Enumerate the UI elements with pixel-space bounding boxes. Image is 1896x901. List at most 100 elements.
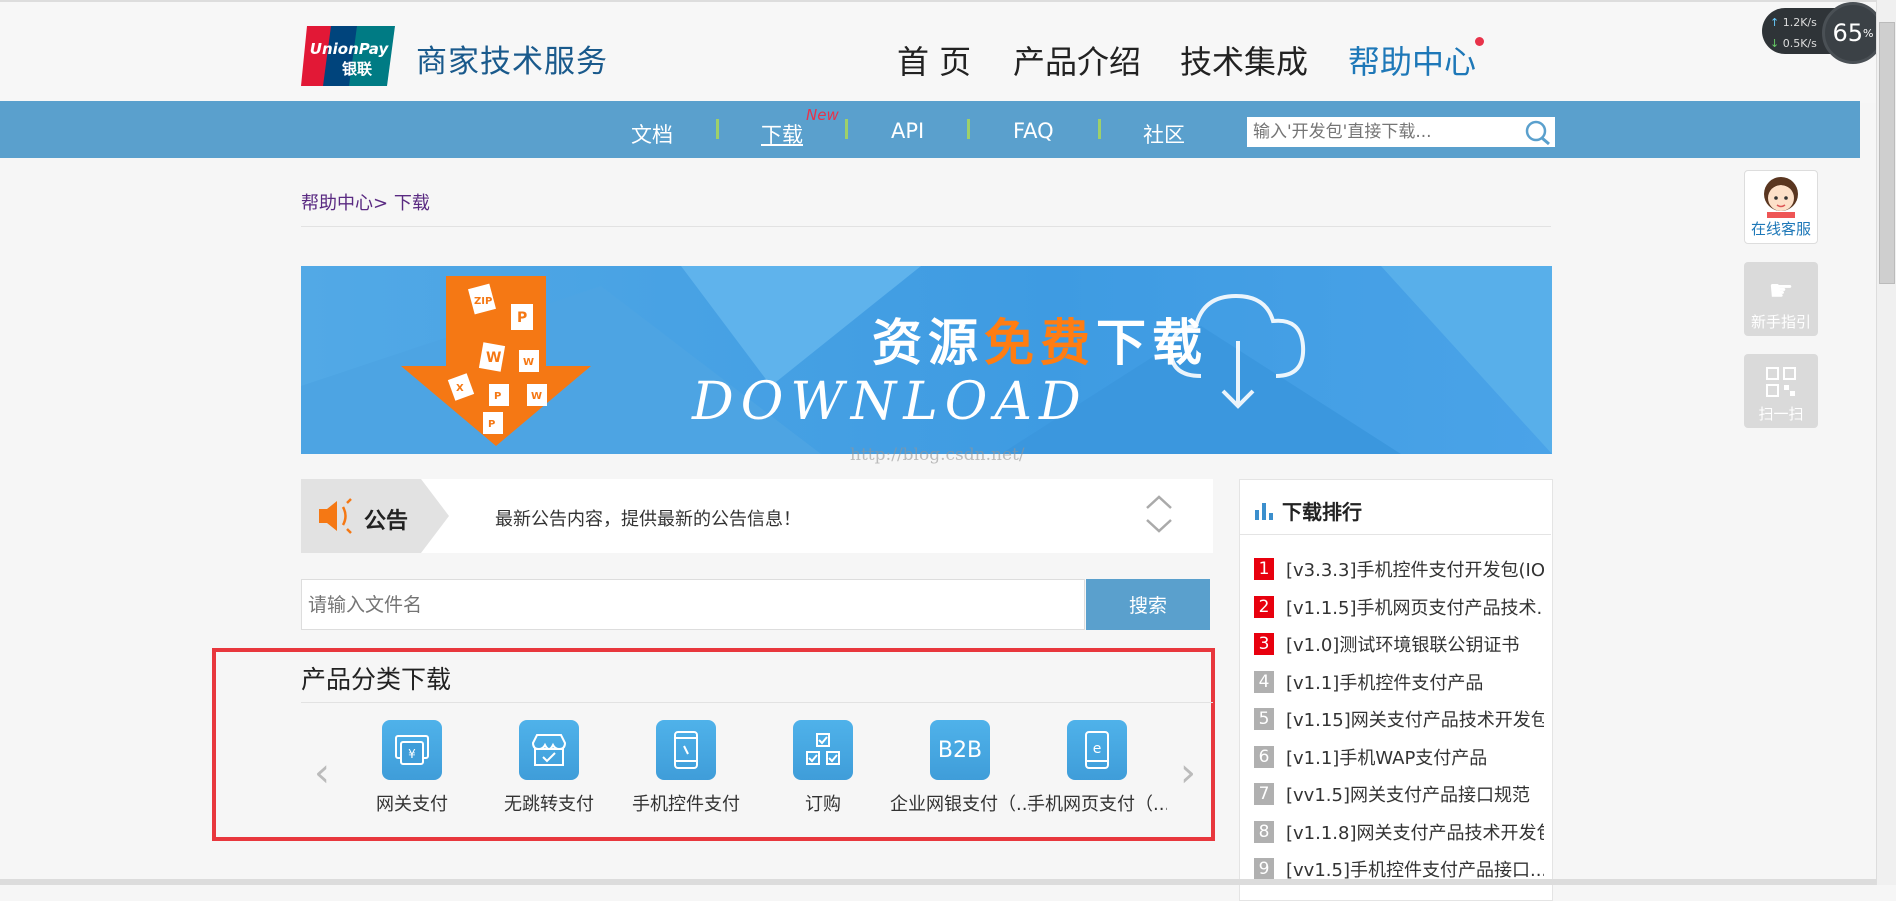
unionpay-logo[interactable]: UnionPay 银联	[301, 26, 395, 86]
upload-unit: K/s	[1800, 16, 1817, 29]
file-tag: ZIP	[474, 296, 492, 307]
logo-text-sub: 银联	[342, 60, 373, 78]
category-label[interactable]: 网关支付	[342, 790, 482, 816]
subnav-faq[interactable]: FAQ	[1013, 119, 1054, 143]
pointing-hand-icon: ☛	[1768, 274, 1794, 307]
subnav-api[interactable]: API	[891, 119, 924, 143]
divider	[301, 702, 1213, 703]
file-tag: W	[523, 357, 534, 368]
scrollbar-thumb[interactable]	[1879, 22, 1895, 284]
subnav-community[interactable]: 社区	[1143, 119, 1185, 149]
mobile-control-icon[interactable]	[656, 720, 716, 780]
file-tag: X	[456, 383, 464, 394]
rank-number: 9	[1254, 858, 1274, 880]
scan-qr-label: 扫一扫	[1758, 405, 1804, 423]
banner-title-part1: 资源	[872, 314, 984, 372]
rank-item-link[interactable]: [v3.3.3]手机控件支付开发包(IO...	[1286, 556, 1544, 582]
rank-number: 5	[1254, 708, 1274, 730]
bar-chart-icon	[1254, 500, 1274, 524]
qr-code-icon	[1766, 367, 1796, 397]
upload-value: 1.2	[1782, 16, 1801, 29]
file-tag: P	[488, 419, 495, 430]
divider	[1240, 534, 1551, 535]
divider	[301, 226, 1551, 227]
rank-item-link[interactable]: [vv1.5]网关支付产品接口规范	[1286, 781, 1544, 807]
rank-number: 4	[1254, 671, 1274, 693]
rank-item-link[interactable]: [v1.0]测试环境银联公钥证书	[1286, 631, 1544, 657]
category-label[interactable]: 企业网银支付（...	[890, 790, 1030, 816]
nav-tech-integration[interactable]: 技术集成	[1180, 37, 1308, 83]
category-label[interactable]: 无跳转支付	[479, 790, 619, 816]
download-value: 0.5	[1782, 37, 1801, 50]
notice-label: 公告	[364, 509, 409, 534]
notice-text[interactable]: 最新公告内容，提供最新的公告信息！	[495, 505, 801, 531]
chevron-down-icon[interactable]	[1145, 518, 1173, 538]
download-unit: K/s	[1800, 37, 1817, 50]
file-tag: P	[494, 391, 501, 402]
download-search-input[interactable]	[1249, 118, 1525, 146]
speed-percent-circle[interactable]: 65%	[1822, 2, 1884, 64]
nav-help-center[interactable]: 帮助中心	[1348, 37, 1476, 83]
rank-item-link[interactable]: [v1.1.5]手机网页支付产品技术...	[1286, 594, 1544, 620]
b2b-icon[interactable]: B2B	[930, 720, 990, 780]
online-service-label: 在线客服	[1750, 220, 1811, 238]
banner-title-highlight: 免费	[984, 314, 1096, 372]
notification-dot	[1475, 37, 1484, 46]
new-badge: New	[806, 106, 839, 124]
rank-number: 2	[1254, 596, 1274, 618]
site-name: 商家技术服务	[416, 44, 608, 80]
upload-arrow-icon: ↑	[1770, 16, 1780, 29]
banner-title: 资源免费下载	[872, 303, 1208, 375]
chevron-left-icon[interactable]: ‹	[314, 750, 330, 796]
search-icon[interactable]	[1523, 118, 1553, 146]
file-tag: W	[531, 391, 542, 402]
logo-text-main: UnionPay	[310, 40, 390, 58]
svg-text:¥: ¥	[408, 747, 416, 761]
svg-text:e: e	[1093, 741, 1102, 757]
online-service-widget[interactable]: 在线客服	[1744, 170, 1818, 244]
rank-item-link[interactable]: [v1.1]手机控件支付产品	[1286, 669, 1544, 695]
banner-title-part2: 下载	[1096, 314, 1208, 372]
beginner-guide-label: 新手指引	[1750, 313, 1811, 331]
nav-products[interactable]: 产品介绍	[1013, 37, 1141, 83]
order-checkbox-icon[interactable]	[793, 720, 853, 780]
subnav-download[interactable]: 下载	[761, 119, 803, 149]
subnav-docs[interactable]: 文档	[631, 119, 673, 149]
category-label[interactable]: 手机网页支付（...	[1027, 790, 1167, 816]
watermark: http://blog.csdn.net/	[850, 445, 1025, 465]
customer-service-avatar-icon	[1764, 177, 1798, 218]
window-bottom-edge	[0, 879, 1876, 885]
file-search-button[interactable]: 搜索	[1086, 579, 1210, 630]
mobile-web-icon[interactable]: e	[1067, 720, 1127, 780]
chevron-right-icon[interactable]: ›	[1180, 750, 1196, 796]
rank-number: 1	[1254, 558, 1274, 580]
scan-qr-widget[interactable]: 扫一扫	[1744, 354, 1818, 428]
file-name-input[interactable]	[301, 579, 1085, 630]
rank-number: 7	[1254, 783, 1274, 805]
chevron-up-icon[interactable]	[1145, 494, 1173, 514]
breadcrumb: 帮助中心> 下载	[301, 189, 430, 215]
speed-percent: 65	[1832, 19, 1864, 47]
beginner-guide-widget[interactable]: ☛ 新手指引	[1744, 262, 1818, 336]
rank-number: 6	[1254, 746, 1274, 768]
rank-item-link[interactable]: [v1.1]手机WAP支付产品	[1286, 744, 1544, 770]
file-tag: W	[486, 350, 501, 366]
download-speed: ↓ 0.5K/s	[1770, 37, 1817, 50]
category-label[interactable]: 订购	[753, 790, 893, 816]
rank-item-link[interactable]: [v1.15]网关支付产品技术开发包	[1286, 706, 1544, 732]
rank-number: 3	[1254, 633, 1274, 655]
category-label[interactable]: 手机控件支付	[616, 790, 756, 816]
subnav-divider	[845, 119, 848, 139]
sub-navigation-bar	[0, 101, 1860, 158]
rank-item-link[interactable]: [v1.1.8]网关支付产品技术开发包	[1286, 819, 1544, 845]
subnav-divider	[1098, 119, 1101, 139]
nav-home[interactable]: 首 页	[897, 37, 971, 83]
gateway-payment-icon[interactable]: ¥	[382, 720, 442, 780]
file-tag: P	[517, 310, 527, 326]
rank-number: 8	[1254, 821, 1274, 843]
ranking-title: 下载排行	[1282, 500, 1362, 524]
speed-percent-unit: %	[1863, 26, 1874, 40]
storefront-icon[interactable]	[519, 720, 579, 780]
breadcrumb-help-center[interactable]: 帮助中心	[301, 193, 373, 214]
breadcrumb-current[interactable]: 下载	[394, 193, 430, 214]
